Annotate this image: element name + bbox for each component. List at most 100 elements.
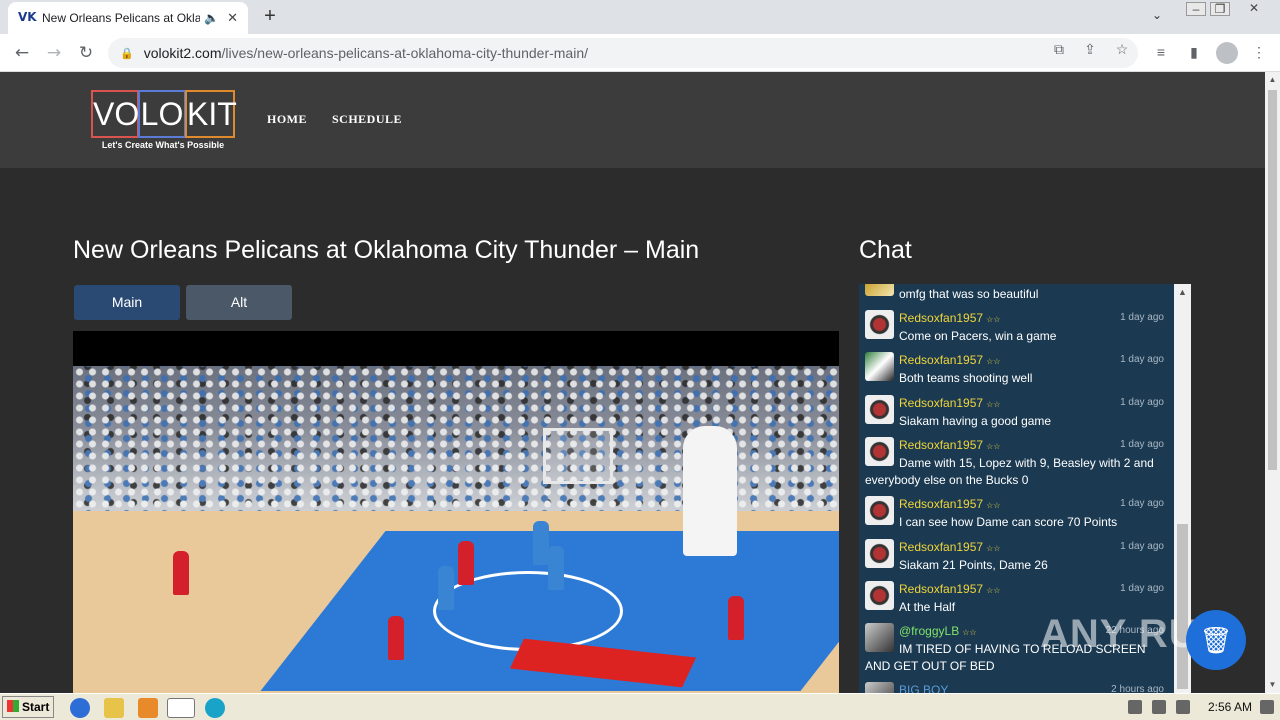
cast-blocked-icon[interactable]: ⧉ <box>1050 41 1068 58</box>
media-player-icon[interactable] <box>138 698 158 718</box>
close-window-button[interactable]: ✕ <box>1244 2 1264 16</box>
chat-username[interactable]: Redsoxfan1957 ☆☆ <box>899 396 1000 410</box>
restore-window-button[interactable]: ❐ <box>1210 2 1230 16</box>
chat-message-text: Both teams shooting well <box>899 371 1033 385</box>
player <box>533 521 549 565</box>
chat-message: Redsoxfan1957 ☆☆ 1 day ago Siakam having … <box>859 393 1174 435</box>
page-scrollbar[interactable]: ▲ ▼ <box>1265 72 1280 693</box>
tab-title: New Orleans Pelicans at Oklaho <box>42 11 201 25</box>
logo-part-vo: VO <box>91 90 139 138</box>
chat-message-text: I can see how Dame can score 70 Points <box>899 515 1118 529</box>
chat-username[interactable]: Redsoxfan1957 ☆☆ <box>899 438 1000 452</box>
browser-toolbar: ← → ↻ 🔒 volokit2.com/lives/new-orleans-p… <box>0 34 1280 72</box>
close-tab-icon[interactable]: ✕ <box>227 10 238 26</box>
chat-timestamp: 1 day ago <box>1120 498 1164 509</box>
player <box>728 596 744 640</box>
chat-message: omfg that was so beautiful <box>859 284 1174 308</box>
chat-toggle-button[interactable]: 🗑 <box>1186 610 1246 670</box>
chrome-icon[interactable] <box>167 698 195 718</box>
speaker-icon[interactable]: 🔈 <box>204 11 219 25</box>
chat-scroll-thumb[interactable] <box>1177 524 1188 689</box>
scroll-up-arrow-icon[interactable]: ▲ <box>1265 72 1280 88</box>
chat-timestamp: 2 hours ago <box>1111 684 1164 693</box>
chat-message: BIG BOY 2 hours ago <box>859 680 1174 693</box>
forward-arrow-icon[interactable]: → <box>43 42 65 64</box>
backboard <box>543 428 613 484</box>
alt-stream-button[interactable]: Alt <box>186 285 292 320</box>
user-avatar <box>865 352 894 381</box>
edge-icon[interactable] <box>205 698 225 718</box>
logo-part-lo: LO <box>138 90 186 138</box>
site-header: VO LO KIT Let's Create What's Possible H… <box>0 72 1265 168</box>
chat-message: Redsoxfan1957 ☆☆ 1 day ago Come on Pacers… <box>859 308 1174 350</box>
volokit-logo[interactable]: VO LO KIT Let's Create What's Possible <box>91 90 237 152</box>
url-text: volokit2.com/lives/new-orleans-pelicans-… <box>143 45 588 61</box>
chat-username[interactable]: @froggyLB ☆☆ <box>899 624 977 638</box>
chat-message: Redsoxfan1957 ☆☆ 1 day ago Siakam 21 Poin… <box>859 537 1174 579</box>
chat-timestamp: 1 day ago <box>1120 354 1164 365</box>
chat-username[interactable]: BIG BOY <box>899 683 948 693</box>
page-scroll-thumb[interactable] <box>1268 90 1277 470</box>
new-tab-button[interactable]: + <box>260 6 280 26</box>
side-panel-icon[interactable]: ▮ <box>1185 44 1203 61</box>
user-avatar <box>865 581 894 610</box>
notification-flag-icon[interactable] <box>1176 700 1190 714</box>
user-avatar <box>865 310 894 339</box>
chat-username[interactable]: Redsoxfan1957 ☆☆ <box>899 540 1000 554</box>
user-avatar <box>865 284 894 296</box>
show-desktop-icon[interactable] <box>1260 700 1274 714</box>
chat-message-text: Come on Pacers, win a game <box>899 329 1057 343</box>
chat-username[interactable]: Redsoxfan1957 ☆☆ <box>899 311 1000 325</box>
bookmark-star-icon[interactable]: ☆ <box>1113 41 1131 58</box>
minimize-window-button[interactable]: – <box>1186 2 1206 16</box>
basketball-game-frame <box>73 366 839 693</box>
scroll-up-arrow-icon[interactable]: ▲ <box>1174 284 1191 301</box>
user-avatar <box>865 395 894 424</box>
explorer-folder-icon[interactable] <box>104 698 124 718</box>
nav-home[interactable]: HOME <box>267 112 307 127</box>
chat-message-text: omfg that was so beautiful <box>899 287 1039 301</box>
chat-username[interactable]: Redsoxfan1957 ☆☆ <box>899 353 1000 367</box>
hoop-stanchion <box>683 426 737 556</box>
chat-username[interactable]: Redsoxfan1957 ☆☆ <box>899 497 1000 511</box>
page-title: New Orleans Pelicans at Oklahoma City Th… <box>73 236 700 264</box>
chat-username[interactable]: Redsoxfan1957 ☆☆ <box>899 582 1000 596</box>
profile-avatar-icon[interactable] <box>1216 42 1238 64</box>
player <box>548 546 564 590</box>
clock: 2:56 AM <box>1208 700 1253 714</box>
user-avatar <box>865 539 894 568</box>
video-player[interactable] <box>73 331 839 693</box>
user-avatar <box>865 496 894 525</box>
lock-icon[interactable]: 🔒 <box>120 47 134 60</box>
logo-tagline: Let's Create What's Possible <box>101 140 225 150</box>
chat-timestamp: 1 day ago <box>1120 439 1164 450</box>
volume-icon[interactable] <box>1128 700 1142 714</box>
reading-list-icon[interactable]: ≡ <box>1152 44 1170 60</box>
network-icon[interactable] <box>1152 700 1166 714</box>
back-arrow-icon[interactable]: ← <box>11 42 33 64</box>
reload-icon[interactable]: ↻ <box>75 42 97 64</box>
nav-schedule[interactable]: SCHEDULE <box>332 112 402 127</box>
scroll-down-arrow-icon[interactable]: ▼ <box>1265 677 1280 693</box>
chat-title: Chat <box>859 236 912 264</box>
address-bar[interactable]: 🔒 volokit2.com/lives/new-orleans-pelican… <box>108 38 1138 68</box>
main-stream-button[interactable]: Main <box>74 285 180 320</box>
menu-kebab-icon[interactable]: ⋮ <box>1250 44 1268 61</box>
ie-icon[interactable] <box>70 698 90 718</box>
chat-message-text: At the Half <box>899 600 956 614</box>
tab-search-chevron-icon[interactable]: ⌄ <box>1152 8 1162 22</box>
chat-timestamp: 1 day ago <box>1120 541 1164 552</box>
windows-taskbar: Start 2:56 AM <box>0 693 1280 720</box>
chat-timestamp: 1 day ago <box>1120 397 1164 408</box>
chat-timestamp: 1 day ago <box>1120 583 1164 594</box>
share-icon[interactable]: ⇪ <box>1081 41 1099 58</box>
browser-tab[interactable]: VK New Orleans Pelicans at Oklaho 🔈 ✕ <box>8 2 248 34</box>
logo-part-kit: KIT <box>185 90 237 138</box>
start-button[interactable]: Start <box>2 696 54 718</box>
volokit-favicon-icon: VK <box>18 10 37 24</box>
player <box>438 566 454 610</box>
player <box>388 616 404 660</box>
chat-timestamp: 1 day ago <box>1120 312 1164 323</box>
player <box>458 541 474 585</box>
chat-message: Redsoxfan1957 ☆☆ 1 day ago Both teams sho… <box>859 350 1174 393</box>
